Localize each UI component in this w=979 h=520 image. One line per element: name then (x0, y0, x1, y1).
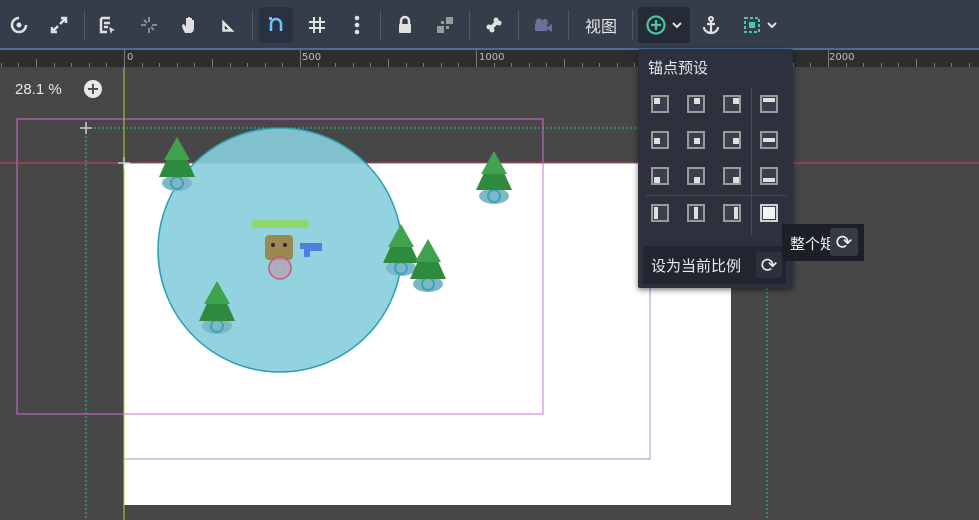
view-menu-button[interactable]: 视图 (578, 7, 624, 43)
toolbar-separator (568, 10, 569, 40)
toolbar-separator (380, 10, 381, 40)
list-select-button[interactable] (94, 7, 120, 43)
anchor-bottom-wide-icon[interactable] (760, 167, 778, 185)
toolbar-separator (469, 10, 470, 40)
chevron-down-icon (672, 22, 682, 29)
ruler-tick (564, 59, 565, 67)
ruler-tick (300, 50, 301, 67)
zoom-in-button[interactable]: + (84, 80, 102, 98)
ruler-label: 0 (127, 52, 134, 63)
anchor-icon (702, 16, 720, 35)
anchor-center-icon[interactable] (687, 131, 705, 149)
anchor-bottom-left-icon[interactable] (651, 167, 669, 185)
ruler-icon (221, 18, 236, 33)
set-current-ratio-row[interactable]: 设为当前比例 ⟳ (643, 246, 786, 284)
scale-icon (50, 16, 68, 34)
anchor-mode-button[interactable] (698, 7, 724, 43)
group-button[interactable] (432, 7, 458, 43)
frame-icon (744, 17, 760, 33)
anchor-preset-dropdown[interactable] (638, 7, 690, 43)
toolbar-separator (84, 10, 85, 40)
pan-hand-icon (182, 17, 194, 33)
group-icon (437, 17, 453, 33)
anchor-center-left-icon[interactable] (651, 131, 669, 149)
camera-icon (535, 18, 552, 32)
anchor-left-wide-icon[interactable] (651, 204, 669, 222)
anchor-center-bottom-icon[interactable] (687, 167, 705, 185)
snap-options-menu[interactable] (346, 7, 368, 43)
pivot-tool-button[interactable] (136, 7, 162, 43)
zoom-level[interactable]: 28.1 % (15, 81, 62, 98)
rotate-tool-button[interactable] (6, 7, 32, 43)
refresh-icon[interactable]: ⟳ (756, 252, 782, 278)
container-sizing-dropdown[interactable] (736, 7, 784, 43)
tooltip-text: 整个矩 (790, 235, 836, 253)
chevron-down-icon (767, 22, 777, 29)
tooltip: 整个矩 ⟳ (782, 224, 864, 261)
ruler-label: 2000 (829, 52, 855, 63)
ruler-label: 1000 (479, 52, 505, 63)
toolbar-separator (518, 10, 519, 40)
grid-snap-icon (309, 17, 325, 33)
smart-snap-toggle[interactable] (259, 7, 293, 43)
grid-snap-toggle[interactable] (304, 7, 330, 43)
ruler-tick (212, 59, 213, 67)
camera-override-button[interactable] (530, 7, 556, 43)
rotate-icon (10, 16, 28, 34)
more-icon (354, 15, 360, 35)
anchor-preset-icon (646, 15, 666, 35)
lock-icon (399, 15, 411, 33)
editor-toolbar: 视图 (0, 0, 979, 50)
view-menu-label: 视图 (584, 17, 617, 36)
scale-tool-button[interactable] (46, 7, 72, 43)
toolbar-separator (252, 10, 253, 40)
select-list-icon (99, 16, 115, 34)
lock-button[interactable] (392, 7, 418, 43)
anchor-center-right-icon[interactable] (723, 131, 741, 149)
ruler-tool-button[interactable] (216, 7, 242, 43)
ruler-tick (124, 50, 125, 67)
anchor-hcenter-wide-icon[interactable] (760, 131, 778, 149)
anchor-bottom-right-icon[interactable] (723, 167, 741, 185)
anchor-center-top-icon[interactable] (687, 95, 705, 113)
set-current-ratio-label: 设为当前比例 (651, 257, 742, 275)
menu-divider (751, 87, 752, 235)
pan-tool-button[interactable] (176, 7, 202, 43)
anchor-preset-menu: 锚点预设 设为当前比例 ⟳ (638, 49, 793, 288)
ruler-tick (388, 59, 389, 67)
refresh-icon: ⟳ (830, 228, 858, 256)
anchor-top-right-icon[interactable] (723, 95, 741, 113)
ruler-tick (916, 59, 917, 67)
ruler-tick (476, 50, 477, 67)
pivot-icon (141, 17, 157, 33)
anchor-right-wide-icon[interactable] (723, 204, 741, 222)
canvas-viewport[interactable] (0, 67, 979, 520)
anchor-vcenter-wide-icon[interactable] (687, 204, 705, 222)
anchor-top-wide-icon[interactable] (760, 95, 778, 113)
ruler-label: 500 (302, 52, 322, 63)
menu-divider (646, 195, 787, 196)
menu-title: 锚点预设 (648, 59, 709, 77)
anchor-top-left-icon[interactable] (651, 95, 669, 113)
bone-icon (486, 17, 502, 33)
skeleton-button[interactable] (481, 7, 507, 43)
horizontal-ruler[interactable]: 0 500 1000 1500 2000 (0, 50, 979, 67)
snap-icon (269, 17, 283, 31)
anchor-full-rect-icon[interactable] (760, 204, 778, 222)
ruler-tick (828, 50, 829, 67)
ruler-tick (36, 59, 37, 67)
toolbar-separator (632, 10, 633, 40)
